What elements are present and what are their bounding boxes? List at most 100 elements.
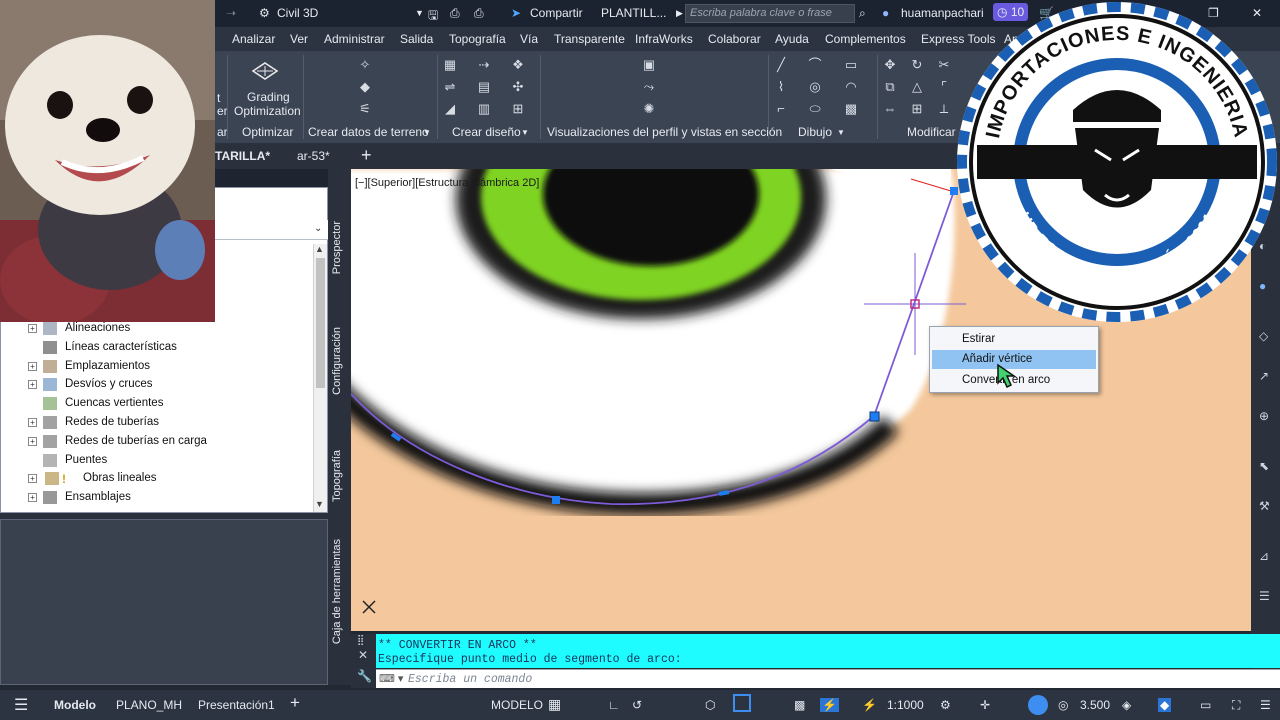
- model-space-toggle[interactable]: MODELO: [491, 698, 543, 712]
- nav-look-icon[interactable]: ⊕: [1259, 409, 1269, 423]
- expand-icon[interactable]: +: [28, 417, 37, 427]
- panel-crear-diseno[interactable]: Crear diseño: [452, 125, 521, 139]
- redo-icon[interactable]: ➝: [226, 6, 236, 20]
- offset-icon[interactable]: ⟂: [937, 102, 951, 116]
- point-create-icon[interactable]: ✧: [358, 58, 372, 72]
- save-icon[interactable]: 🖫: [428, 6, 438, 27]
- scroll-up-icon[interactable]: ▲: [315, 244, 324, 254]
- expand-icon[interactable]: +: [28, 324, 37, 333]
- section-view-icon[interactable]: ✺: [642, 102, 656, 116]
- trim-icon[interactable]: ✂: [937, 58, 951, 72]
- corridor-icon[interactable]: ▤: [477, 80, 491, 94]
- tree-item[interactable]: Cuencas vertientes: [1, 395, 313, 414]
- panel-dibujo[interactable]: Dibujo: [798, 125, 832, 139]
- search-input[interactable]: Escriba palabra clave o frase: [685, 4, 855, 23]
- menu-ayuda[interactable]: Ayuda: [775, 32, 809, 46]
- annotation-scale[interactable]: 1:1000: [887, 698, 924, 712]
- alignment-icon[interactable]: ❖: [511, 58, 525, 72]
- layout-menu-icon[interactable]: ☰: [14, 695, 28, 715]
- tab-presentacion1[interactable]: Presentación1: [198, 698, 275, 712]
- share-button[interactable]: Compartir: [530, 6, 583, 20]
- transparency-icon[interactable]: ▩: [794, 698, 805, 712]
- tab-configuracion[interactable]: Configuración: [331, 327, 343, 395]
- add-icon[interactable]: ✛: [980, 698, 990, 712]
- menu-salida[interactable]: Salida: [400, 32, 433, 46]
- panel-dropdown-icon[interactable]: ▼: [837, 128, 845, 137]
- workspace-dropdown-icon[interactable]: ▼: [415, 8, 424, 18]
- menu-colaborar[interactable]: Colaborar: [708, 32, 761, 46]
- viewport-controls-label[interactable]: [−][Superior][Estructura alámbrica 2D]: [355, 177, 539, 189]
- rotate-icon[interactable]: ↻: [910, 58, 924, 72]
- coordinate-icon[interactable]: ◎: [1058, 698, 1068, 712]
- polyline-draw-icon[interactable]: ⌐: [774, 102, 788, 116]
- status-value[interactable]: 3.500: [1080, 698, 1110, 712]
- expand-icon[interactable]: +: [28, 436, 37, 446]
- clean-screen-icon[interactable]: ▭: [1200, 698, 1211, 712]
- add-layout-icon[interactable]: +: [290, 693, 300, 713]
- isolate-icon[interactable]: [1028, 695, 1048, 715]
- tree-item[interactable]: +! Obras lineales: [1, 470, 313, 489]
- nav-walk-icon[interactable]: ↗: [1259, 369, 1269, 383]
- tab-caja-herramientas[interactable]: Caja de herramientas: [331, 539, 343, 644]
- feature-line-icon[interactable]: ▦: [443, 58, 457, 72]
- annotation-scale-icon[interactable]: ⚡: [862, 698, 877, 712]
- status-menu-icon[interactable]: ☰: [1260, 698, 1271, 712]
- rectangle-icon[interactable]: ▭: [844, 58, 858, 72]
- grip-vertex[interactable]: [552, 496, 560, 504]
- menu-infraworks[interactable]: InfraWorks: [635, 32, 693, 46]
- tree-scrollbar[interactable]: ▲ ▼: [313, 244, 327, 512]
- panel-modificar[interactable]: Modificar: [907, 125, 956, 139]
- tab-plantilla[interactable]: TARILLA*: [215, 149, 270, 163]
- expand-icon[interactable]: +: [28, 361, 37, 371]
- surface-create-icon[interactable]: ◆: [358, 80, 372, 94]
- panel-dropdown-icon[interactable]: ▼: [423, 128, 431, 137]
- nav-tool-icon[interactable]: ⚒: [1259, 499, 1270, 513]
- saveas-icon[interactable]: ⎙: [450, 6, 460, 21]
- workspace-gear-icon[interactable]: ⚙: [259, 6, 270, 20]
- ellipse-icon[interactable]: ⬭: [808, 102, 822, 116]
- quick-properties-icon[interactable]: ◆: [1158, 698, 1172, 712]
- menu-via[interactable]: Vía: [520, 32, 538, 46]
- copy-icon[interactable]: ⧉: [883, 80, 897, 94]
- share-icon[interactable]: ➤: [511, 6, 521, 20]
- print-icon[interactable]: ⎙: [474, 6, 484, 21]
- panel-dropdown-icon[interactable]: ▼: [521, 128, 529, 137]
- scroll-down-icon[interactable]: ▼: [315, 499, 324, 509]
- menu-administrar[interactable]: Administrar: [324, 32, 385, 46]
- mirror-icon[interactable]: △: [910, 80, 924, 94]
- fullscreen-icon[interactable]: ⛶: [1232, 698, 1240, 713]
- nav-select-icon[interactable]: ⬉: [1259, 459, 1269, 473]
- menu-transparente[interactable]: Transparente: [554, 32, 625, 46]
- tree-item[interactable]: Líneas características: [1, 339, 313, 358]
- user-icon[interactable]: ●: [882, 6, 889, 20]
- menu-topografia[interactable]: Topografía: [449, 32, 506, 46]
- grading-label-2[interactable]: Optimization: [234, 104, 301, 118]
- tab-ar-53[interactable]: ar-53*: [297, 149, 330, 163]
- new-tab-icon[interactable]: +: [361, 145, 372, 166]
- close-command-icon[interactable]: ✕: [358, 648, 368, 662]
- tree-item[interactable]: + Redes de tuberías en carga: [1, 433, 313, 452]
- hardware-icon[interactable]: ◈: [1122, 698, 1131, 712]
- tree-item[interactable]: + Desvíos y cruces: [1, 376, 313, 395]
- nav-settings-icon[interactable]: ☰: [1259, 589, 1270, 603]
- grading-optimization-icon[interactable]: [251, 61, 279, 83]
- assembly-icon[interactable]: ⊞: [511, 102, 525, 116]
- command-prompt-icon[interactable]: ⌨ ▾: [379, 672, 403, 685]
- customize-icon[interactable]: 🔧: [357, 669, 372, 683]
- workspace-gear-icon[interactable]: ⚙: [940, 698, 951, 712]
- panel-crear-datos-terreno[interactable]: Crear datos de terreno: [308, 125, 429, 139]
- profile-view-icon[interactable]: ▣: [642, 58, 656, 72]
- intersection-icon[interactable]: ✣: [511, 80, 525, 94]
- ortho-icon[interactable]: ∟: [608, 698, 620, 712]
- menu-analizar[interactable]: Analizar: [232, 32, 275, 46]
- circle-icon[interactable]: ◎: [808, 80, 822, 94]
- tree-item[interactable]: + Redes de tuberías: [1, 414, 313, 433]
- arc-icon[interactable]: ◠: [844, 80, 858, 94]
- polar-icon[interactable]: ↺: [632, 698, 642, 712]
- stretch-icon[interactable]: ⇔: [883, 102, 897, 116]
- panel-optimizar[interactable]: Optimizar: [242, 125, 293, 139]
- array-icon[interactable]: ⊞: [910, 102, 924, 116]
- tree-item[interactable]: + Ensamblajes: [1, 489, 313, 508]
- expand-icon[interactable]: +: [28, 474, 37, 484]
- annotation-visibility-icon[interactable]: ⚡: [820, 698, 839, 712]
